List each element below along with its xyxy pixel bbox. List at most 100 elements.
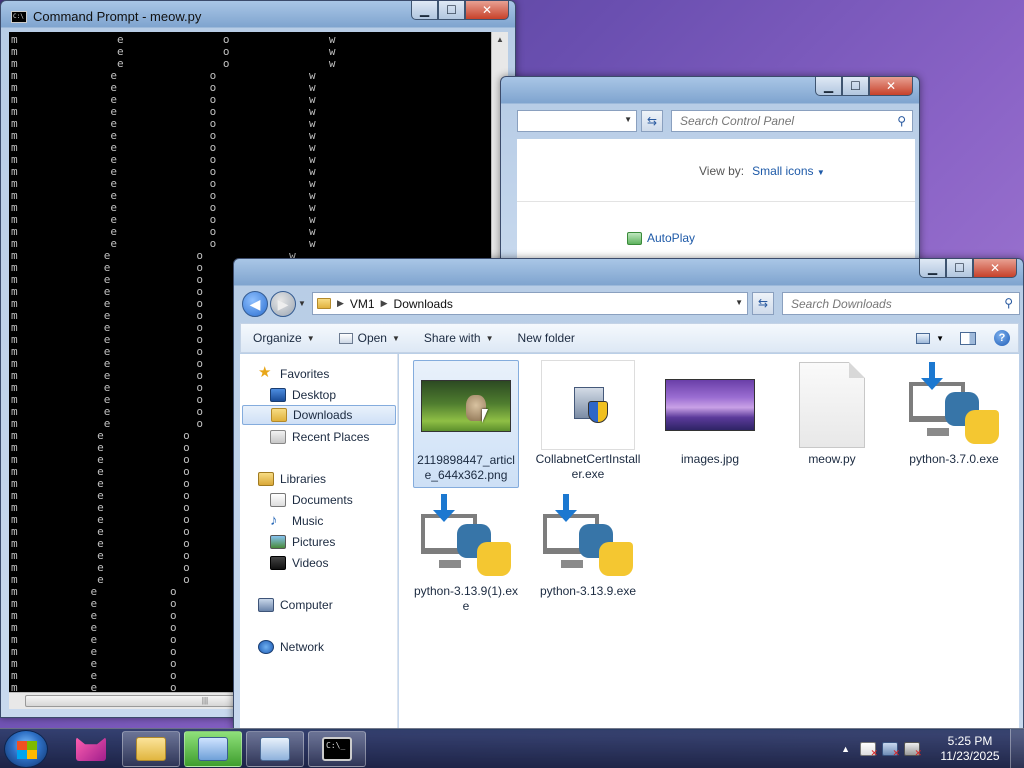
taskbar-app-installer[interactable]	[184, 731, 242, 767]
maximize-button[interactable]: ☐	[842, 77, 869, 96]
python-yellow-snake	[477, 542, 511, 576]
windows-logo-icon	[17, 741, 37, 759]
computer-icon	[258, 598, 274, 612]
nav-documents[interactable]: Documents	[270, 490, 353, 510]
maximize-button[interactable]: ☐	[946, 259, 973, 278]
nav-downloads[interactable]: Downloads	[242, 405, 396, 425]
nav-computer[interactable]: Computer	[258, 595, 333, 615]
nav-pictures[interactable]: Pictures	[270, 532, 335, 552]
cmd-titlebar[interactable]: C:\ Command Prompt - meow.py	[11, 9, 201, 24]
divider	[517, 201, 915, 202]
nav-network[interactable]: Network	[258, 637, 324, 657]
organize-button[interactable]: Organize ▼	[241, 324, 327, 352]
chevron-down-icon: ▼	[306, 333, 315, 343]
installer-icon	[198, 737, 228, 761]
minimize-button[interactable]: ▁	[411, 1, 438, 20]
new-folder-button[interactable]: New folder	[506, 324, 587, 352]
autoplay-link[interactable]: AutoPlay	[627, 231, 695, 245]
breadcrumb-separator-icon[interactable]: ▶	[381, 298, 388, 309]
file-item[interactable]: python-3.13.9(1).exe	[413, 492, 519, 614]
network-status-icon[interactable]	[882, 742, 900, 759]
explorer-window[interactable]: ▁ ☐ ✕ ◀ ▶ ▼ ▶ VM1 ▶ Downloads ▼ ⇆ Search…	[233, 258, 1024, 730]
volume-muted-icon[interactable]	[904, 742, 922, 759]
python-logo	[419, 494, 513, 580]
close-button[interactable]: ✕	[973, 259, 1017, 278]
search-input[interactable]: Search Downloads ⚲	[782, 292, 1020, 315]
document-page	[799, 362, 865, 448]
change-view-icon[interactable]	[916, 332, 931, 344]
cp-search-input[interactable]: Search Control Panel ⚲	[671, 110, 913, 132]
share-with-button[interactable]: Share with ▼	[412, 324, 506, 352]
close-button[interactable]: ✕	[465, 1, 509, 20]
thumbnail-image	[665, 379, 755, 431]
view-by-dropdown[interactable]: Small icons ▼	[752, 164, 825, 178]
file-item[interactable]: images.jpg	[657, 360, 763, 467]
file-item[interactable]: python-3.13.9.exe	[535, 492, 641, 599]
explorer-caption-buttons: ▁ ☐ ✕	[919, 259, 1017, 278]
view-by: View by: Small icons ▼	[699, 164, 825, 178]
maximize-button[interactable]: ☐	[438, 1, 465, 20]
help-icon[interactable]: ?	[994, 330, 1010, 346]
preview-pane-icon[interactable]	[960, 331, 976, 345]
network-icon	[258, 640, 274, 654]
refresh-icon[interactable]: ⇆	[641, 110, 663, 132]
nav-favorites[interactable]: ★ Favorites	[258, 364, 329, 384]
chevron-down-icon[interactable]: ▼	[735, 298, 743, 307]
chevron-down-icon: ▼	[816, 168, 825, 177]
file-list: 2119898447_article_644x362.png Collabnet…	[399, 354, 1019, 729]
show-desktop-button[interactable]	[1010, 729, 1024, 768]
nav-recent-places[interactable]: Recent Places	[270, 427, 369, 447]
search-icon[interactable]: ⚲	[1004, 296, 1013, 310]
minimize-button[interactable]: ▁	[815, 77, 842, 96]
chevron-down-icon: ▼	[485, 333, 494, 343]
taskbar-app-control-panel[interactable]	[246, 731, 304, 767]
taskbar: C:\_ ▲ 5:25 PM 11/23/2025	[0, 728, 1024, 768]
folder-icon	[136, 737, 166, 761]
nav-videos[interactable]: Videos	[270, 553, 328, 573]
close-button[interactable]: ✕	[869, 77, 913, 96]
python-installer-icon	[418, 492, 514, 582]
view-by-value: Small icons	[752, 164, 814, 178]
show-hidden-icons-icon[interactable]: ▲	[841, 744, 850, 754]
taskbar-app-fox[interactable]	[62, 731, 120, 767]
scroll-up-icon[interactable]: ▲	[492, 32, 508, 48]
file-name: meow.py	[808, 452, 856, 466]
cmd-title: Command Prompt - meow.py	[33, 9, 202, 24]
control-panel-window[interactable]: ▁ ☐ ✕ ▼ ⇆ Search Control Panel ⚲ View by…	[500, 76, 920, 277]
file-item[interactable]: CollabnetCertInstaller.exe	[535, 360, 641, 482]
nav-desktop[interactable]: Desktop	[270, 385, 336, 405]
desktop-icon	[270, 388, 286, 402]
file-item[interactable]: meow.py	[779, 360, 885, 467]
open-button[interactable]: Open ▼	[327, 324, 412, 352]
forward-button[interactable]: ▶	[270, 291, 296, 317]
clock[interactable]: 5:25 PM 11/23/2025	[930, 734, 1010, 764]
file-item[interactable]: python-3.7.0.exe	[901, 360, 1007, 467]
file-item[interactable]: 2119898447_article_644x362.png	[413, 360, 519, 488]
thumbnail-frame	[541, 360, 635, 450]
address-bar[interactable]: ▶ VM1 ▶ Downloads ▼	[312, 292, 748, 315]
action-center-flag-icon[interactable]	[860, 742, 878, 759]
refresh-icon[interactable]: ⇆	[752, 292, 774, 315]
recent-pages-dropdown-icon[interactable]: ▼	[298, 299, 306, 308]
monitor-stand	[561, 560, 583, 568]
start-button[interactable]	[4, 730, 48, 768]
chevron-down-icon: ▼	[391, 333, 400, 343]
nav-music[interactable]: ♪ Music	[270, 511, 323, 531]
autoplay-icon	[627, 231, 642, 245]
cp-address-bar[interactable]: ▼	[517, 110, 637, 132]
pictures-icon	[270, 535, 286, 549]
taskbar-app-command-prompt[interactable]: C:\_	[308, 731, 366, 767]
download-arrow-icon	[433, 494, 455, 522]
minimize-button[interactable]: ▁	[919, 259, 946, 278]
nav-libraries[interactable]: Libraries	[258, 469, 326, 489]
nav-label: Videos	[292, 556, 329, 570]
taskbar-app-explorer[interactable]	[122, 731, 180, 767]
breadcrumb-downloads[interactable]: Downloads	[394, 297, 453, 311]
search-icon[interactable]: ⚲	[897, 114, 906, 128]
breadcrumb-vm1[interactable]: VM1	[350, 297, 375, 311]
chevron-down-icon[interactable]: ▼	[936, 334, 944, 343]
breadcrumb-separator-icon[interactable]: ▶	[337, 298, 344, 309]
python-logo	[907, 362, 1001, 448]
chevron-down-icon[interactable]: ▼	[624, 115, 632, 124]
back-button[interactable]: ◀	[242, 291, 268, 317]
